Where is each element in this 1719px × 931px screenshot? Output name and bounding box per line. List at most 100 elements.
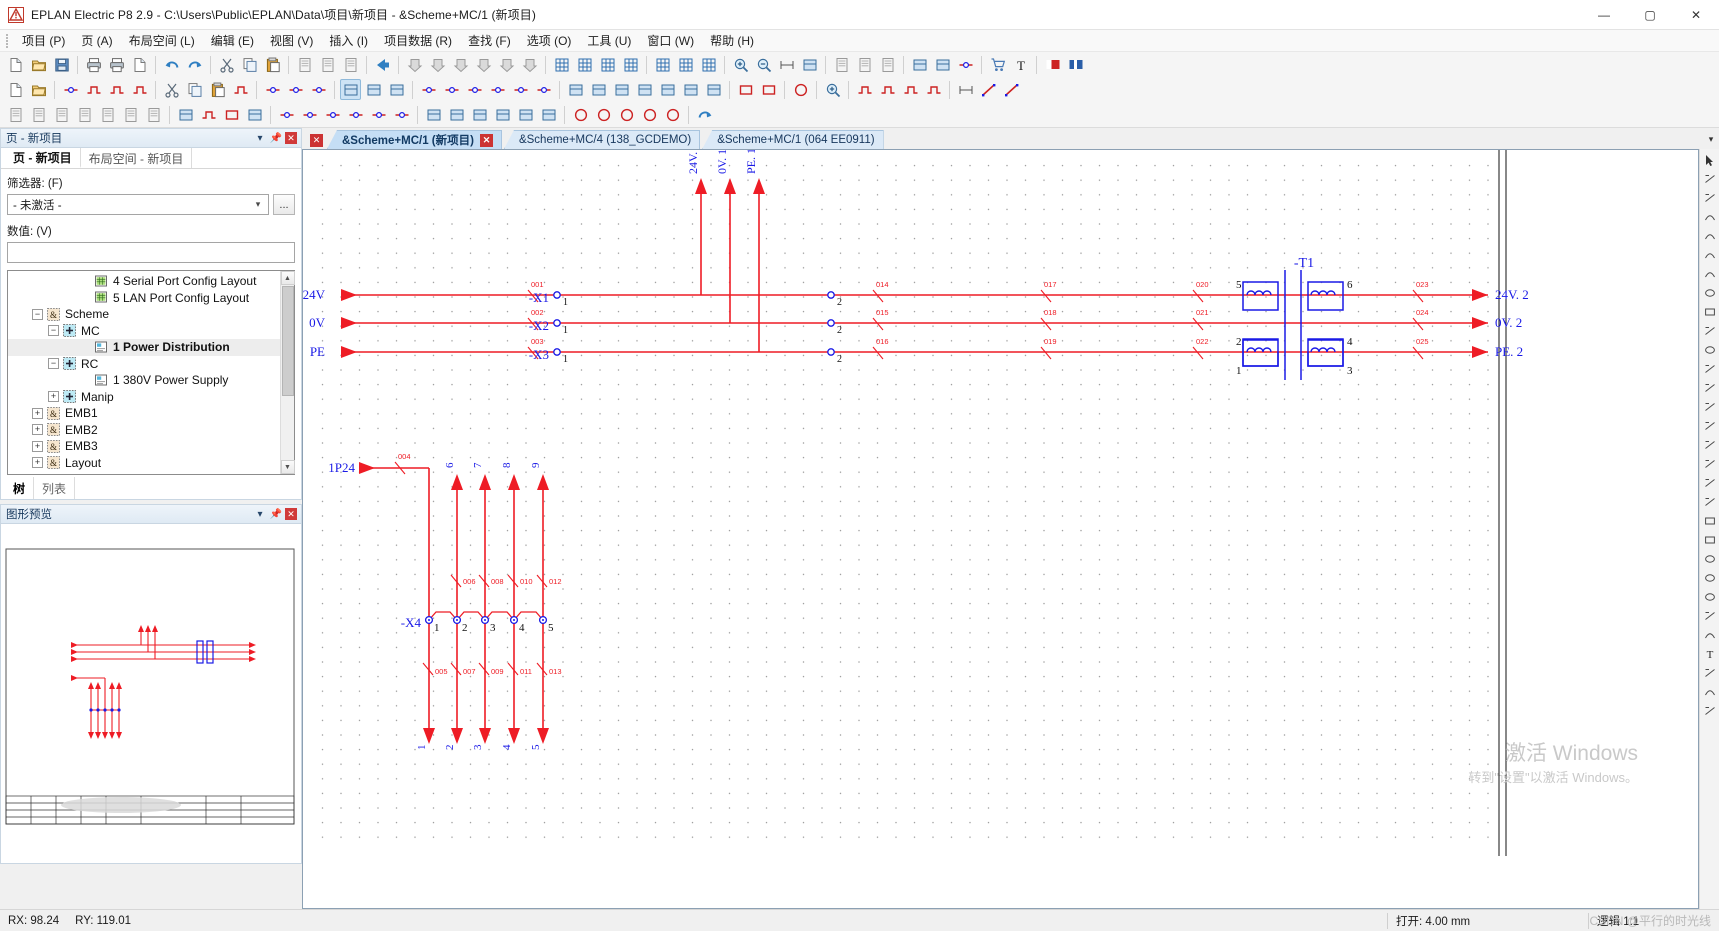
gray-page-icon-button[interactable] (74, 104, 95, 125)
cut-icon-button[interactable] (161, 79, 182, 100)
tree-item-emb1[interactable]: + & EMB1 (8, 405, 280, 422)
redo-icon-button[interactable] (694, 104, 715, 125)
blue-box-icon-button[interactable] (363, 79, 384, 100)
tree-item-rc[interactable]: − RC (8, 356, 280, 373)
blue-box-icon-button[interactable] (611, 79, 632, 100)
conn-icon-button[interactable] (60, 79, 81, 100)
tree-item-emb2[interactable]: + & EMB2 (8, 422, 280, 439)
square-icon[interactable] (1701, 531, 1719, 549)
conn-icon-button[interactable] (955, 54, 976, 75)
bezier-icon[interactable] (1701, 246, 1719, 264)
tree-item-layout[interactable]: + & Layout (8, 455, 280, 472)
doc-icon-button[interactable] (129, 54, 150, 75)
print-icon-button[interactable] (83, 54, 104, 75)
blue-box-icon-button[interactable] (175, 104, 196, 125)
blue-box-icon-button[interactable] (588, 79, 609, 100)
grid-icon-button[interactable] (551, 54, 572, 75)
arc-icon[interactable] (1701, 208, 1719, 226)
tree-item-1-380v-power-supply[interactable]: 1 380V Power Supply (8, 372, 280, 389)
down-arrow-icon-button[interactable] (496, 54, 517, 75)
curve-icon[interactable] (1701, 626, 1719, 644)
conn-icon-button[interactable] (510, 79, 531, 100)
conn-icon-button[interactable] (368, 104, 389, 125)
conn-icon-button[interactable] (418, 79, 439, 100)
blue-box-icon-button[interactable] (634, 79, 655, 100)
down-arrow-icon-button[interactable] (519, 54, 540, 75)
zoomin-icon-button[interactable] (730, 54, 751, 75)
blue-box-icon-button[interactable] (565, 79, 586, 100)
tab-close-left-icon[interactable]: ✕ (310, 134, 323, 147)
pointer-icon[interactable] (1701, 151, 1719, 169)
tab-list[interactable]: 列表 (34, 477, 76, 499)
circle-icon[interactable] (1701, 284, 1719, 302)
oval-icon[interactable] (1701, 588, 1719, 606)
blue-box-icon-button[interactable] (538, 104, 559, 125)
line-icon-button[interactable] (978, 79, 999, 100)
gray-page-icon-button[interactable] (51, 104, 72, 125)
blue-box-icon-button[interactable] (446, 104, 467, 125)
dim2-icon[interactable] (1701, 398, 1719, 416)
panel-close-icon[interactable]: ✕ (285, 132, 297, 144)
wire-icon-button[interactable] (854, 79, 875, 100)
rect-icon-button[interactable] (735, 79, 756, 100)
pages-tree-scrollbar[interactable]: ▲ ▼ (280, 271, 295, 474)
grid-icon-button[interactable] (652, 54, 673, 75)
path-icon[interactable] (1701, 607, 1719, 625)
line-icon-button[interactable] (1001, 79, 1022, 100)
gray-page-icon-button[interactable] (317, 54, 338, 75)
down-arrow-icon-button[interactable] (450, 54, 471, 75)
tree-item-scheme[interactable]: − & Scheme (8, 306, 280, 323)
blue-box-icon-button[interactable] (386, 79, 407, 100)
grid-icon-button[interactable] (597, 54, 618, 75)
arrow-icon[interactable] (1701, 360, 1719, 378)
pages-tree[interactable]: 4 Serial Port Config Layout 5 LAN Port Co… (7, 270, 295, 475)
spline-icon[interactable] (1701, 265, 1719, 283)
conn-icon-button[interactable] (441, 79, 462, 100)
nav-arrow-icon-button[interactable] (372, 54, 393, 75)
doc-tab-close-icon[interactable]: ✕ (479, 133, 493, 147)
gray-page-icon-button[interactable] (5, 104, 26, 125)
scroll-thumb[interactable] (281, 286, 294, 396)
down-arrow-icon-button[interactable] (473, 54, 494, 75)
close-button[interactable]: ✕ (1673, 0, 1719, 30)
rect-icon-button[interactable] (221, 104, 242, 125)
menu-item-insert[interactable]: 插入 (I) (321, 30, 376, 51)
flag-red-icon-button[interactable] (1042, 54, 1063, 75)
grid-icon-button[interactable] (574, 54, 595, 75)
menu-item-project[interactable]: 项目 (P) (14, 30, 73, 51)
conn-icon-button[interactable] (464, 79, 485, 100)
tree-item-5-lan-port-config-layout[interactable]: 5 LAN Port Config Layout (8, 290, 280, 307)
angle-icon[interactable] (1701, 702, 1719, 720)
menu-item-project-data[interactable]: 项目数据 (R) (376, 30, 460, 51)
circle-icon-button[interactable] (616, 104, 637, 125)
measure-icon-button[interactable] (776, 54, 797, 75)
dim3-icon[interactable] (1701, 417, 1719, 435)
redo-icon-button[interactable] (184, 54, 205, 75)
link-icon[interactable] (1701, 664, 1719, 682)
rect-icon-button[interactable] (758, 79, 779, 100)
preview-dropdown-icon[interactable]: ▾ (253, 507, 267, 521)
cut-icon-button[interactable] (216, 54, 237, 75)
conn-icon-button[interactable] (285, 79, 306, 100)
wire-icon-button[interactable] (129, 79, 150, 100)
conn-icon-button[interactable] (345, 104, 366, 125)
wire-icon-button[interactable] (900, 79, 921, 100)
save-icon-button[interactable] (51, 54, 72, 75)
zoomin-icon-button[interactable] (822, 79, 843, 100)
copy-icon-button[interactable] (184, 79, 205, 100)
wire-icon-button[interactable] (923, 79, 944, 100)
schematic-canvas[interactable]: 24V 0V PE 24V. 2 0V. 2 PE. 2 24V. 1 0V. … (302, 149, 1699, 909)
expand-plus-icon[interactable]: + (32, 424, 43, 436)
tab-list-dropdown-icon[interactable]: ▾ (1703, 130, 1719, 149)
blue-box-icon-button[interactable] (515, 104, 536, 125)
blue-box-icon-button[interactable] (680, 79, 701, 100)
scroll-up-icon[interactable]: ▲ (280, 271, 295, 285)
gray-page-icon-button[interactable] (831, 54, 852, 75)
preview-close-icon[interactable]: ✕ (285, 508, 297, 520)
conn-icon-button[interactable] (262, 79, 283, 100)
graphic-preview-body[interactable] (0, 523, 302, 864)
blue-box-icon-button[interactable] (799, 54, 820, 75)
menu-item-layout-space[interactable]: 布局空间 (L) (121, 30, 203, 51)
grid-icon-button[interactable] (675, 54, 696, 75)
blue-box-icon-button[interactable] (469, 104, 490, 125)
